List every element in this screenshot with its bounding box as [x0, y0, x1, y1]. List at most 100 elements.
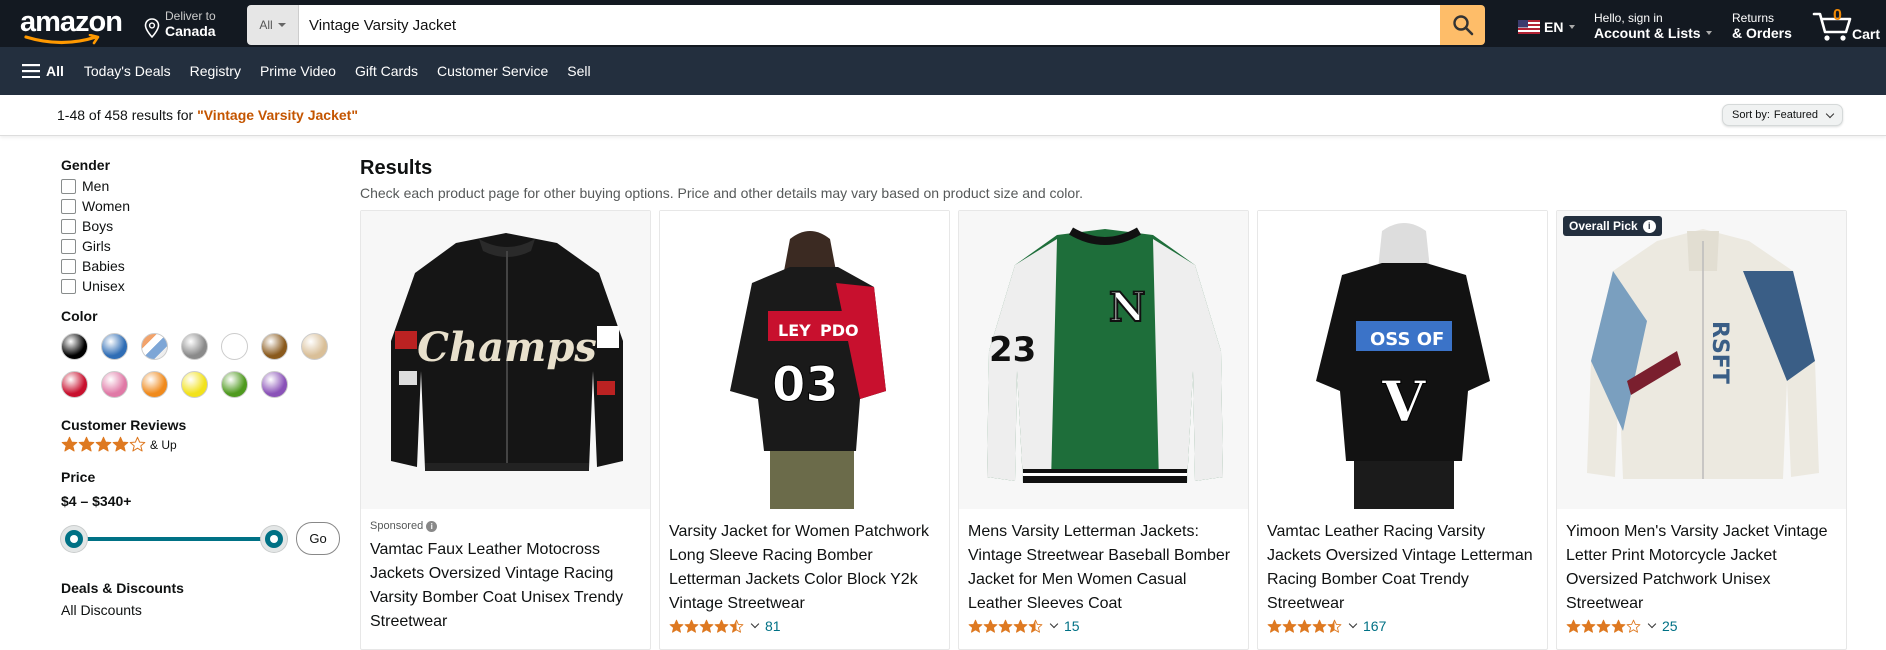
product-title[interactable]: Varsity Jacket for Women Patchwork Long … — [669, 520, 941, 616]
pink-swatch[interactable] — [101, 371, 128, 398]
cart-button[interactable]: 0 Cart — [1812, 6, 1886, 44]
caret-down-icon — [277, 23, 286, 27]
nav-link-prime-video[interactable]: Prime Video — [260, 63, 336, 79]
hamburger-icon — [22, 64, 40, 78]
search-button[interactable] — [1440, 5, 1485, 45]
price-heading: Price — [61, 469, 96, 485]
results-title: Results — [360, 157, 433, 179]
product-title[interactable]: Vamtac Leather Racing Varsity Jackets Ov… — [1267, 520, 1539, 616]
product-title[interactable]: Yimoon Men's Varsity Jacket Vintage Lett… — [1566, 520, 1838, 616]
star-icon — [78, 436, 95, 452]
product-image[interactable]: N 23 — [959, 211, 1248, 509]
smile-arrow-icon — [24, 34, 100, 45]
account-lists-label: Account & Lists — [1594, 25, 1701, 41]
product-image[interactable]: RSFT — [1557, 211, 1846, 509]
checkbox[interactable] — [61, 238, 76, 254]
gender-option-men[interactable]: Men — [61, 176, 351, 196]
product-rating[interactable]: 81 — [669, 618, 941, 634]
product-image[interactable]: Champs — [361, 211, 650, 509]
sponsored-label[interactable]: Sponsored i — [370, 520, 642, 532]
account-menu[interactable]: Hello, sign in Account & Lists — [1594, 11, 1712, 41]
black-swatch[interactable] — [61, 333, 88, 360]
brown-swatch[interactable] — [261, 333, 288, 360]
product-image[interactable]: OSS OF V — [1258, 211, 1547, 509]
yellow-swatch[interactable] — [181, 371, 208, 398]
deliver-to[interactable]: Deliver to Canada — [143, 9, 216, 39]
purple-swatch[interactable] — [261, 371, 288, 398]
nav-link-todays-deals[interactable]: Today's Deals — [84, 63, 171, 79]
us-flag-icon — [1518, 20, 1540, 34]
nav-link-gift-cards[interactable]: Gift Cards — [355, 63, 418, 79]
price-slider-min-handle[interactable] — [61, 526, 87, 552]
product-title[interactable]: Vamtac Faux Leather Motocross Jackets Ov… — [370, 538, 642, 634]
sort-dropdown[interactable]: Sort by: Featured — [1722, 104, 1843, 126]
reviews-up-label: & Up — [150, 437, 177, 452]
review-count[interactable]: 15 — [1064, 618, 1080, 634]
star-icon — [129, 436, 146, 452]
review-count[interactable]: 167 — [1363, 618, 1386, 634]
gender-option-boys[interactable]: Boys — [61, 216, 351, 236]
product-rating[interactable]: 15 — [968, 618, 1240, 634]
all-discounts-link[interactable]: All Discounts — [61, 602, 351, 618]
multi-swatch[interactable] — [141, 333, 168, 360]
results-query: "Vintage Varsity Jacket" — [197, 107, 358, 123]
checkbox[interactable] — [61, 198, 76, 214]
svg-text:LEY: LEY — [778, 321, 811, 340]
amazon-logo[interactable]: amazon — [20, 8, 124, 45]
product-rating[interactable]: 25 — [1566, 618, 1838, 634]
svg-text:V: V — [1381, 369, 1427, 435]
caret-down-icon — [1705, 31, 1712, 35]
nav-link-customer-service[interactable]: Customer Service — [437, 63, 548, 79]
gender-heading: Gender — [61, 157, 111, 173]
checkbox[interactable] — [61, 278, 76, 294]
overall-pick-badge[interactable]: Overall Pick i — [1563, 216, 1662, 236]
grey-swatch[interactable] — [181, 333, 208, 360]
product-image[interactable]: LEY PDO 03 — [660, 211, 949, 509]
gender-option-women[interactable]: Women — [61, 196, 351, 216]
star-icon — [1312, 619, 1327, 633]
reviews-filter-4-up[interactable]: & Up — [61, 436, 351, 453]
star-rating — [1566, 619, 1641, 634]
results-subtitle: Check each product page for other buying… — [360, 185, 1083, 201]
star-icon — [95, 436, 112, 452]
red-swatch[interactable] — [61, 371, 88, 398]
checkbox[interactable] — [61, 258, 76, 274]
orange-swatch[interactable] — [141, 371, 168, 398]
language-selector[interactable]: EN — [1518, 19, 1576, 35]
gender-option-girls[interactable]: Girls — [61, 236, 351, 256]
review-count[interactable]: 81 — [765, 618, 781, 634]
chevron-down-icon — [1049, 619, 1059, 629]
gender-option-babies[interactable]: Babies — [61, 256, 351, 276]
checkbox[interactable] — [61, 178, 76, 194]
green-swatch[interactable] — [221, 371, 248, 398]
gender-option-unisex[interactable]: Unisex — [61, 276, 351, 296]
search-icon — [1452, 15, 1473, 36]
gender-option-label: Babies — [82, 258, 125, 274]
beige-swatch[interactable] — [301, 333, 328, 360]
product-rating[interactable]: 167 — [1267, 618, 1539, 634]
search-input[interactable] — [299, 5, 1440, 45]
product-title[interactable]: Mens Varsity Letterman Jackets: Vintage … — [968, 520, 1240, 616]
price-go-button[interactable]: Go — [296, 522, 340, 555]
nav-link-sell[interactable]: Sell — [567, 63, 590, 79]
results-main: Results Check each product page for othe… — [360, 157, 1860, 650]
all-menu-button[interactable]: All — [22, 63, 64, 79]
star-rating — [669, 619, 744, 634]
blue-swatch[interactable] — [101, 333, 128, 360]
review-count[interactable]: 25 — [1662, 618, 1678, 634]
product-card: Champs Sponsored i Vamtac Faux Leather M… — [360, 210, 651, 650]
gender-option-label: Girls — [82, 238, 111, 254]
white-swatch[interactable] — [221, 333, 248, 360]
star-icon — [729, 619, 744, 633]
star-icon — [714, 619, 729, 633]
chevron-down-icon — [1647, 619, 1657, 629]
star-icon — [1626, 619, 1641, 633]
price-slider-max-handle[interactable] — [261, 526, 287, 552]
returns-orders[interactable]: Returns & Orders — [1732, 11, 1792, 41]
nav-link-registry[interactable]: Registry — [190, 63, 241, 79]
cart-count: 0 — [1833, 7, 1842, 24]
checkbox[interactable] — [61, 218, 76, 234]
search-category-dropdown[interactable]: All — [247, 5, 299, 45]
jacket-cream-image: RSFT — [1587, 229, 1819, 479]
star-icon — [1267, 619, 1282, 633]
